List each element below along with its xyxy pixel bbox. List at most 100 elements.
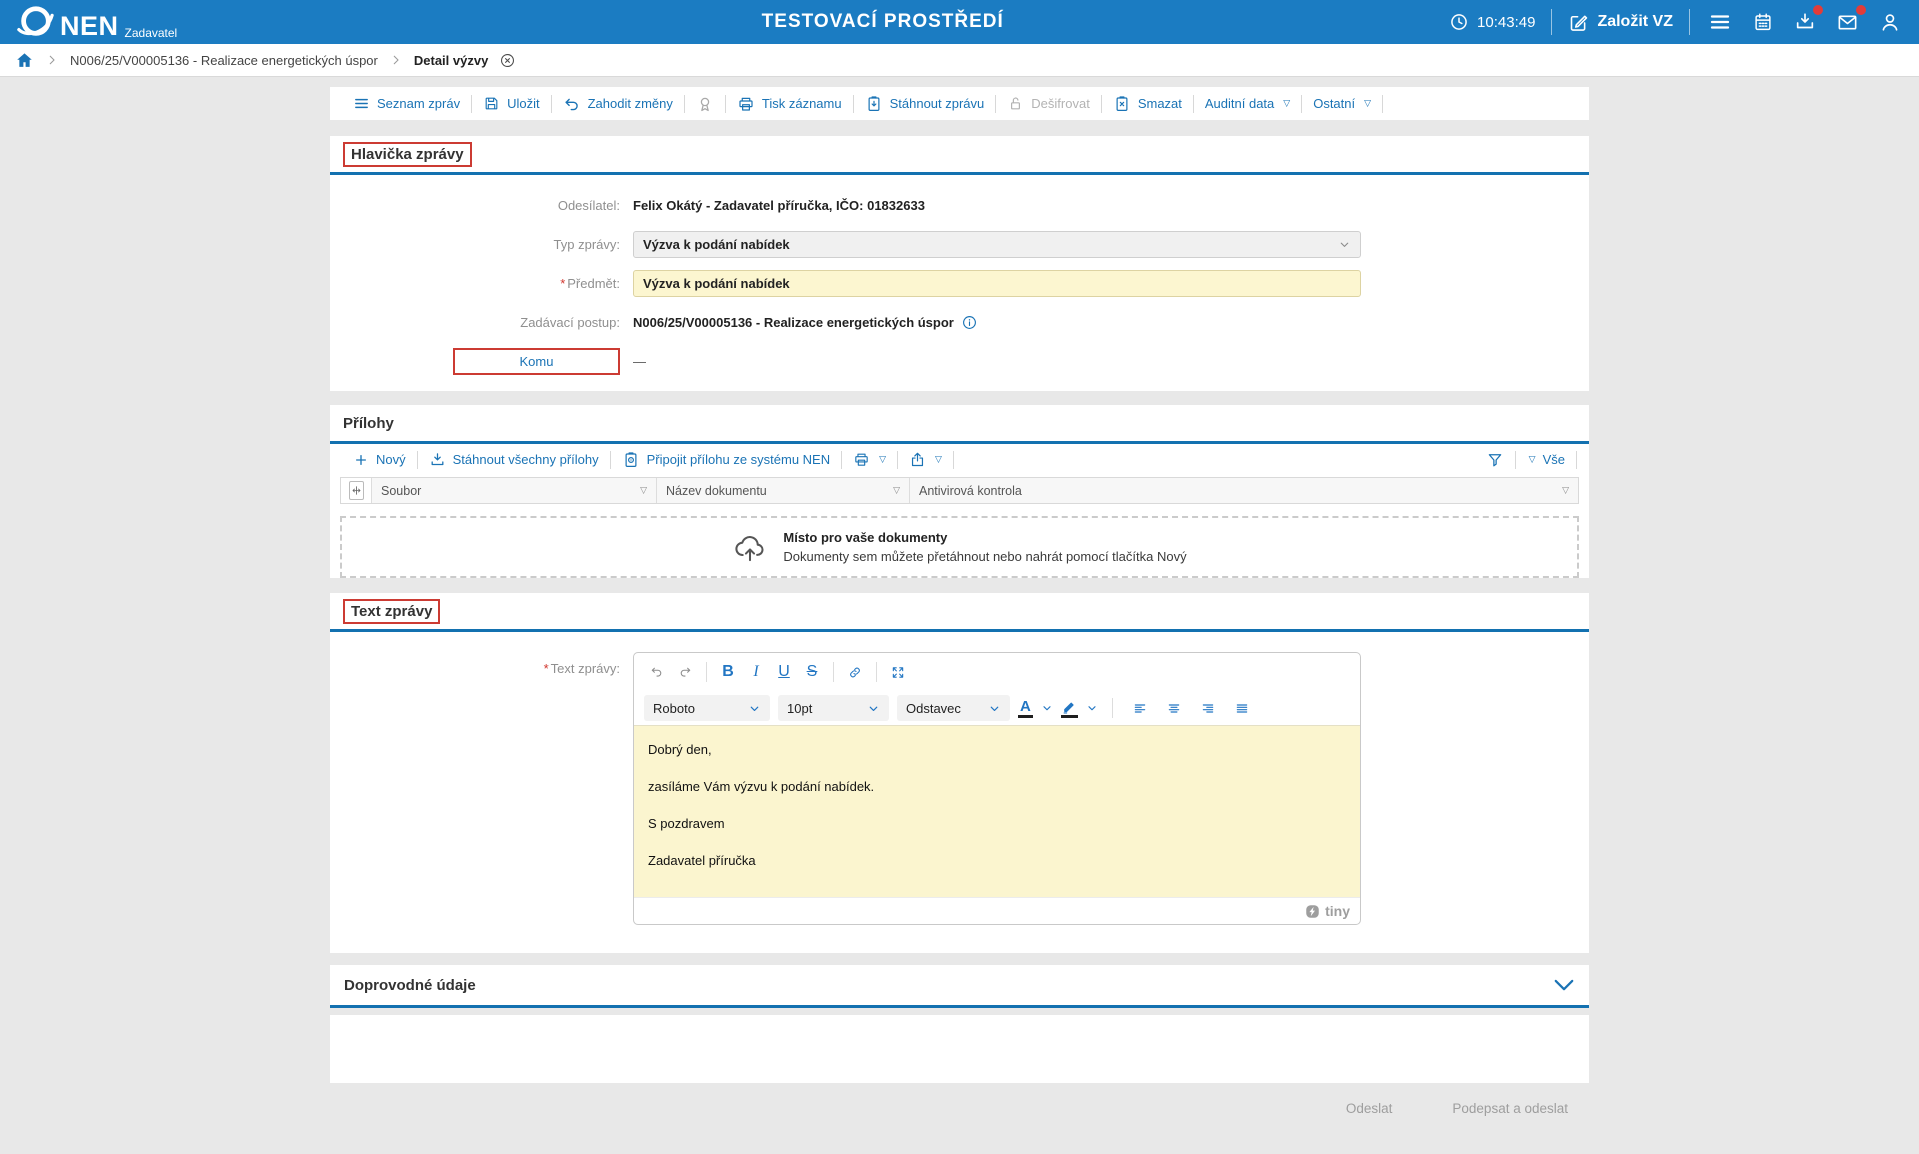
other-actions-button[interactable]: Ostatní ▽ [1302,96,1382,111]
align-justify-button[interactable] [1229,695,1255,721]
highlight-color-button[interactable] [1061,699,1078,718]
clock-time: 10:43:49 [1477,14,1535,31]
close-tab-button[interactable] [499,52,516,69]
editor-content[interactable]: Dobrý den, zasíláme Vám výzvu k podání n… [634,725,1360,897]
list-icon [353,95,370,112]
info-icon[interactable] [961,314,978,331]
link-button[interactable] [842,659,868,685]
print-record-button[interactable]: Tisk záznamu [726,95,853,113]
download-message-button[interactable]: Stáhnout zprávu [854,95,996,113]
message-list-button[interactable]: Seznam zpráv [342,95,471,112]
print-record-label: Tisk záznamu [762,96,842,111]
tiny-logo-icon [1305,904,1320,919]
align-right-button[interactable] [1195,695,1221,721]
procedure-label: Zadávací postup: [330,315,620,330]
filter-all-button[interactable]: ▽ Vše [1516,452,1576,467]
undo-button[interactable] [644,659,670,685]
cloud-upload-icon [732,531,768,563]
column-header-antivir[interactable]: Antivirová kontrola ▽ [909,478,1578,503]
save-button[interactable]: Uložit [472,95,551,112]
font-family-value: Roboto [653,701,695,716]
delete-button[interactable]: Smazat [1102,95,1193,113]
bold-button[interactable]: B [715,659,741,685]
dropzone-subtitle: Dokumenty sem můžete přetáhnout nebo nah… [783,549,1186,564]
font-size-select[interactable]: 10pt [778,695,889,721]
procedure-row: Zadávací postup: N006/25/V00005136 - Rea… [330,309,1589,336]
export-attachments-button[interactable]: ▽ [898,451,953,468]
audit-data-button[interactable]: Auditní data ▽ [1194,96,1301,111]
table-settings-cell [341,478,371,503]
brand-role: Zadavatel [125,26,178,40]
discard-changes-label: Zahodit změny [588,96,673,111]
redo-button[interactable] [672,659,698,685]
accompanying-data-section: Doprovodné údaje [330,965,1589,1008]
downloads-button[interactable] [1792,9,1818,35]
triangle-down-icon: ▽ [1283,98,1290,109]
seal-icon [696,95,714,113]
filter-triangle-icon[interactable]: ▽ [640,485,647,496]
new-attachment-button[interactable]: Nový [342,452,417,468]
text-color-button[interactable]: A [1018,699,1033,718]
font-size-value: 10pt [787,701,812,716]
message-paragraph: Zadavatel příručka [648,853,1346,868]
column-settings-button[interactable] [349,481,364,500]
strikethrough-button[interactable]: S [799,659,825,685]
calendar-button[interactable] [1750,9,1776,35]
user-button[interactable] [1877,9,1903,35]
mail-icon [1836,11,1859,34]
highlight-color-chevron[interactable] [1086,702,1098,714]
decrypt-button[interactable]: Dešifrovat [996,95,1101,112]
chevron-down-icon [988,702,1001,715]
underline-button[interactable]: U [771,659,797,685]
message-text-section: Text zprávy *Text zprávy: [330,593,1589,953]
filter-triangle-icon[interactable]: ▽ [1562,485,1569,496]
breadcrumb-procedure[interactable]: N006/25/V00005136 - Realizace energetick… [70,53,378,68]
discard-changes-button[interactable]: Zahodit změny [552,95,684,113]
attachments-dropzone[interactable]: Místo pro vaše dokumenty Dokumenty sem m… [340,516,1579,578]
sign-button[interactable] [685,95,725,113]
create-vz-label: Založit VZ [1597,13,1673,31]
home-button[interactable] [15,51,34,70]
record-toolbar: Seznam zpráv Uložit Zah [330,87,1589,120]
align-left-button[interactable] [1127,695,1153,721]
breadcrumb-current: Detail výzvy [414,53,488,68]
sender-row: Odesílatel: Felix Okátý - Zadavatel přír… [330,192,1589,219]
block-format-select[interactable]: Odstavec [897,695,1010,721]
brand[interactable]: NEN Zadavatel [16,3,177,41]
message-type-select[interactable]: Výzva k podání nabídek [633,231,1361,258]
mail-button[interactable] [1834,9,1861,36]
subject-input[interactable]: Výzva k podání nabídek [633,270,1361,297]
download-all-label: Stáhnout všechny přílohy [453,452,599,467]
sign-and-send-button[interactable]: Podepsat a odeslat [1446,1100,1574,1117]
text-color-chevron[interactable] [1041,702,1053,714]
lock-icon [1007,95,1024,112]
column-header-soubor[interactable]: Soubor ▽ [371,478,656,503]
download-all-attachments-button[interactable]: Stáhnout všechny přílohy [418,451,610,468]
font-family-select[interactable]: Roboto [644,695,770,721]
save-label: Uložit [507,96,540,111]
menu-button[interactable] [1706,8,1734,36]
italic-button[interactable]: I [743,659,769,685]
send-button[interactable]: Odeslat [1340,1100,1399,1117]
divider [1689,9,1690,35]
subject-label: *Předmět: [330,276,620,291]
filter-triangle-icon[interactable]: ▽ [893,485,900,496]
user-icon [1879,11,1901,33]
subject-row: *Předmět: Výzva k podání nabídek [330,270,1589,297]
editor-toolbar-row2: Roboto 10pt Odstavec [634,691,1360,725]
fullscreen-button[interactable] [885,659,911,685]
print-attachments-button[interactable]: ▽ [842,451,897,468]
create-vz-button[interactable]: Založit VZ [1568,12,1673,33]
column-header-nazev[interactable]: Název dokumentu ▽ [656,478,909,503]
audit-data-label: Auditní data [1205,96,1274,111]
page-footer: Odeslat Podepsat a odeslat [330,1083,1589,1117]
filter-button[interactable] [1475,451,1515,469]
recipient-button[interactable]: Komu [453,348,620,375]
share-icon [909,451,926,468]
triangle-down-icon: ▽ [1529,454,1536,465]
divider [1382,95,1383,113]
attach-from-nen-button[interactable]: Připojit přílohu ze systému NEN [611,451,842,469]
delete-label: Smazat [1138,96,1182,111]
collapse-chevron-icon[interactable] [1553,978,1575,993]
align-center-button[interactable] [1161,695,1187,721]
